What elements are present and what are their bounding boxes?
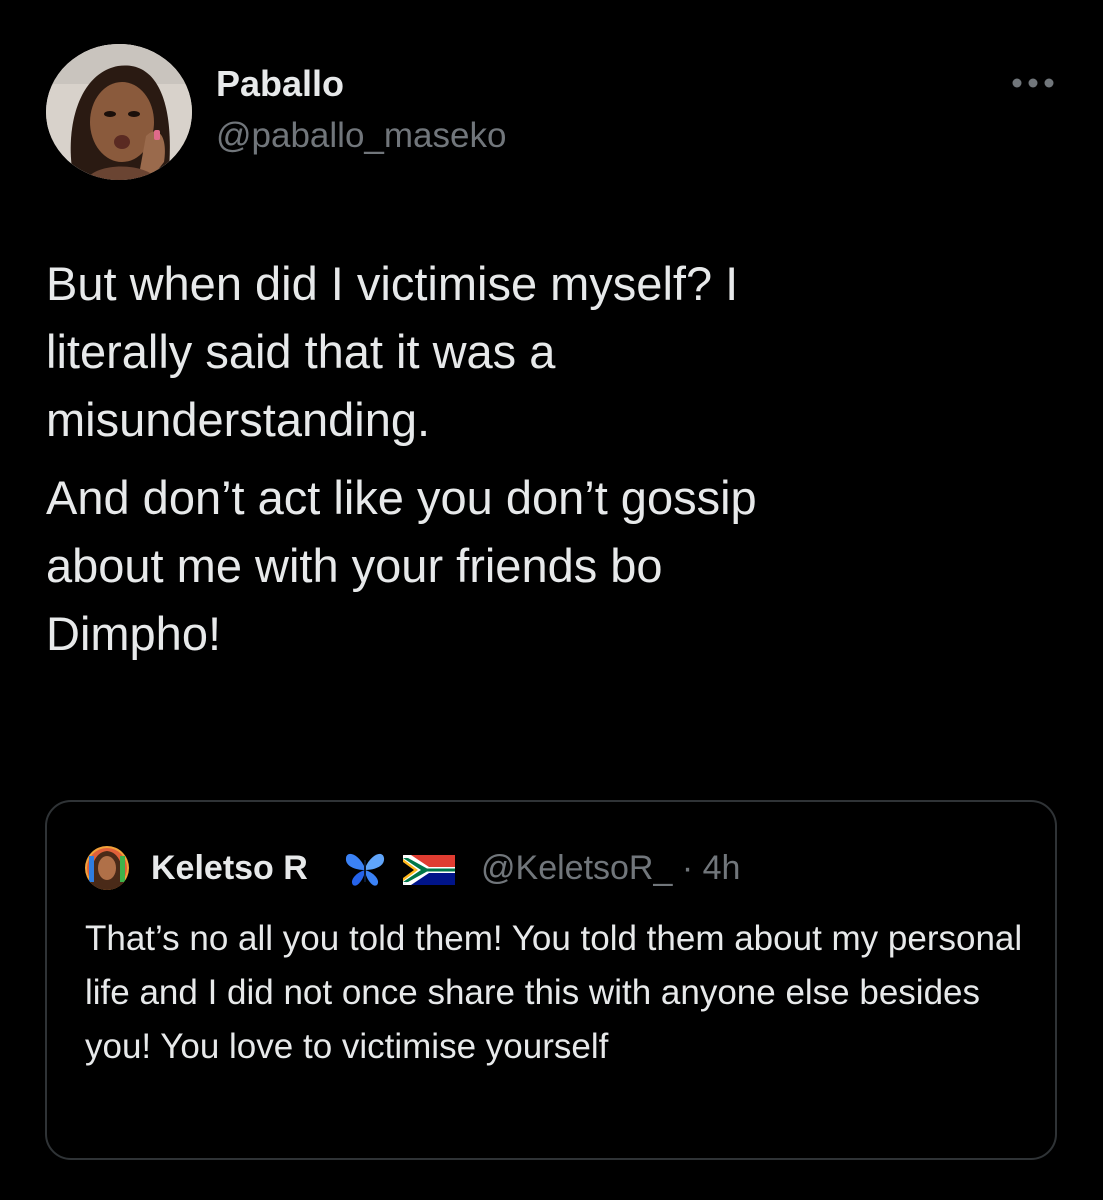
tweet: Paballo @paballo_maseko But when did I v… [0,0,1103,1200]
south-africa-flag-icon [403,855,455,885]
quoted-display-name: Keletso R [151,849,308,887]
butterfly-icon [343,850,387,888]
display-name[interactable]: Paballo [216,62,344,106]
user-handle[interactable]: @paballo_maseko [216,114,506,158]
quoted-tweet-text: That’s no all you told them! You told th… [85,919,1023,1066]
avatar[interactable] [46,44,192,180]
tweet-text: But when did I victimise myself? I liter… [46,250,1056,678]
quoted-handle-time: @KeletsoR_ · 4h [481,849,741,887]
tweet-paragraph: And don’t act like you don’t gossip abou… [46,471,757,660]
quoted-tweet[interactable]: Keletso R @KeletsoR_ · 4h That’s no all … [45,800,1057,1160]
quoted-avatar[interactable] [85,846,129,890]
tweet-paragraph: But when did I victimise myself? I liter… [46,257,739,446]
more-options-icon[interactable] [1008,68,1058,98]
